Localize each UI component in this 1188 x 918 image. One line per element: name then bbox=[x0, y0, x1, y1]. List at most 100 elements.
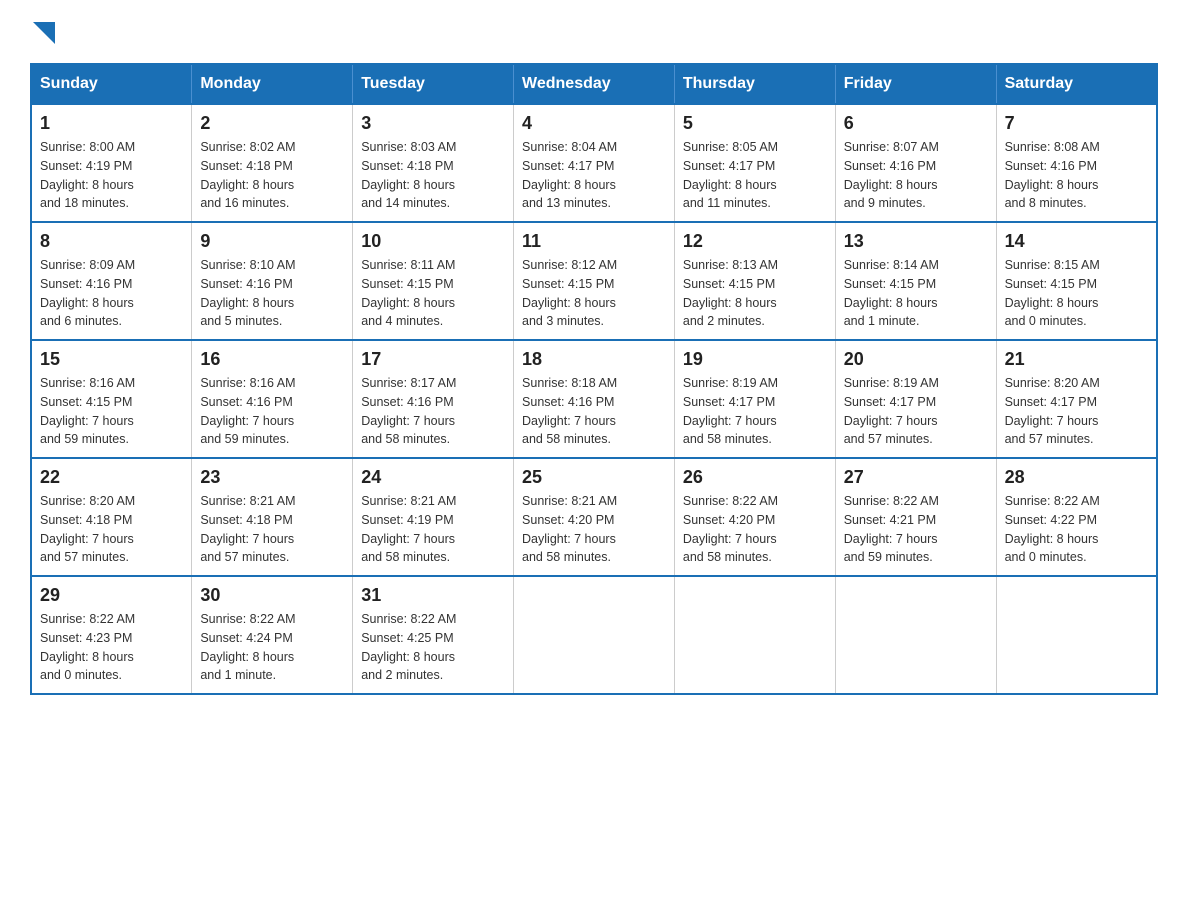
calendar-day-14: 14 Sunrise: 8:15 AMSunset: 4:15 PMDayligh… bbox=[996, 222, 1157, 340]
logo-triangle-icon bbox=[33, 22, 55, 44]
calendar-day-20: 20 Sunrise: 8:19 AMSunset: 4:17 PMDayligh… bbox=[835, 340, 996, 458]
day-number: 17 bbox=[361, 349, 505, 370]
calendar-day-2: 2 Sunrise: 8:02 AMSunset: 4:18 PMDaylight… bbox=[192, 104, 353, 222]
calendar-day-26: 26 Sunrise: 8:22 AMSunset: 4:20 PMDayligh… bbox=[674, 458, 835, 576]
day-info: Sunrise: 8:22 AMSunset: 4:20 PMDaylight:… bbox=[683, 492, 827, 567]
calendar-day-4: 4 Sunrise: 8:04 AMSunset: 4:17 PMDaylight… bbox=[514, 104, 675, 222]
header-tuesday: Tuesday bbox=[353, 64, 514, 104]
day-info: Sunrise: 8:07 AMSunset: 4:16 PMDaylight:… bbox=[844, 138, 988, 213]
day-info: Sunrise: 8:12 AMSunset: 4:15 PMDaylight:… bbox=[522, 256, 666, 331]
day-info: Sunrise: 8:03 AMSunset: 4:18 PMDaylight:… bbox=[361, 138, 505, 213]
day-info: Sunrise: 8:05 AMSunset: 4:17 PMDaylight:… bbox=[683, 138, 827, 213]
day-info: Sunrise: 8:22 AMSunset: 4:24 PMDaylight:… bbox=[200, 610, 344, 685]
calendar-day-30: 30 Sunrise: 8:22 AMSunset: 4:24 PMDayligh… bbox=[192, 576, 353, 694]
day-number: 29 bbox=[40, 585, 183, 606]
calendar-day-5: 5 Sunrise: 8:05 AMSunset: 4:17 PMDaylight… bbox=[674, 104, 835, 222]
calendar-day-10: 10 Sunrise: 8:11 AMSunset: 4:15 PMDayligh… bbox=[353, 222, 514, 340]
header-sunday: Sunday bbox=[31, 64, 192, 104]
day-number: 7 bbox=[1005, 113, 1148, 134]
calendar-day-1: 1Sunrise: 8:00 AMSunset: 4:19 PMDaylight… bbox=[31, 104, 192, 222]
day-info: Sunrise: 8:18 AMSunset: 4:16 PMDaylight:… bbox=[522, 374, 666, 449]
calendar-week-row: 29 Sunrise: 8:22 AMSunset: 4:23 PMDayligh… bbox=[31, 576, 1157, 694]
header-monday: Monday bbox=[192, 64, 353, 104]
day-info: Sunrise: 8:21 AMSunset: 4:19 PMDaylight:… bbox=[361, 492, 505, 567]
day-number: 14 bbox=[1005, 231, 1148, 252]
day-number: 8 bbox=[40, 231, 183, 252]
day-number: 20 bbox=[844, 349, 988, 370]
calendar-day-16: 16 Sunrise: 8:16 AMSunset: 4:16 PMDayligh… bbox=[192, 340, 353, 458]
day-number: 18 bbox=[522, 349, 666, 370]
calendar-day-6: 6 Sunrise: 8:07 AMSunset: 4:16 PMDaylight… bbox=[835, 104, 996, 222]
day-info: Sunrise: 8:21 AMSunset: 4:20 PMDaylight:… bbox=[522, 492, 666, 567]
header-thursday: Thursday bbox=[674, 64, 835, 104]
day-number: 24 bbox=[361, 467, 505, 488]
day-number: 10 bbox=[361, 231, 505, 252]
calendar-week-row: 15Sunrise: 8:16 AMSunset: 4:15 PMDayligh… bbox=[31, 340, 1157, 458]
header-friday: Friday bbox=[835, 64, 996, 104]
day-info: Sunrise: 8:21 AMSunset: 4:18 PMDaylight:… bbox=[200, 492, 344, 567]
page-header bbox=[30, 20, 1158, 43]
day-info: Sunrise: 8:04 AMSunset: 4:17 PMDaylight:… bbox=[522, 138, 666, 213]
day-info: Sunrise: 8:16 AMSunset: 4:16 PMDaylight:… bbox=[200, 374, 344, 449]
calendar-day-25: 25Sunrise: 8:21 AMSunset: 4:20 PMDayligh… bbox=[514, 458, 675, 576]
day-number: 28 bbox=[1005, 467, 1148, 488]
calendar-day-11: 11 Sunrise: 8:12 AMSunset: 4:15 PMDayligh… bbox=[514, 222, 675, 340]
calendar-day-19: 19Sunrise: 8:19 AMSunset: 4:17 PMDayligh… bbox=[674, 340, 835, 458]
calendar-table: SundayMondayTuesdayWednesdayThursdayFrid… bbox=[30, 63, 1158, 695]
day-number: 16 bbox=[200, 349, 344, 370]
day-number: 19 bbox=[683, 349, 827, 370]
day-number: 30 bbox=[200, 585, 344, 606]
calendar-empty-cell bbox=[835, 576, 996, 694]
day-number: 6 bbox=[844, 113, 988, 134]
day-info: Sunrise: 8:20 AMSunset: 4:17 PMDaylight:… bbox=[1005, 374, 1148, 449]
header-saturday: Saturday bbox=[996, 64, 1157, 104]
day-info: Sunrise: 8:13 AMSunset: 4:15 PMDaylight:… bbox=[683, 256, 827, 331]
calendar-empty-cell bbox=[514, 576, 675, 694]
day-number: 22 bbox=[40, 467, 183, 488]
day-number: 21 bbox=[1005, 349, 1148, 370]
logo bbox=[30, 20, 55, 43]
calendar-day-13: 13Sunrise: 8:14 AMSunset: 4:15 PMDayligh… bbox=[835, 222, 996, 340]
calendar-day-24: 24 Sunrise: 8:21 AMSunset: 4:19 PMDayligh… bbox=[353, 458, 514, 576]
day-number: 23 bbox=[200, 467, 344, 488]
calendar-header-row: SundayMondayTuesdayWednesdayThursdayFrid… bbox=[31, 64, 1157, 104]
day-info: Sunrise: 8:11 AMSunset: 4:15 PMDaylight:… bbox=[361, 256, 505, 331]
day-number: 12 bbox=[683, 231, 827, 252]
day-info: Sunrise: 8:22 AMSunset: 4:25 PMDaylight:… bbox=[361, 610, 505, 685]
calendar-week-row: 22 Sunrise: 8:20 AMSunset: 4:18 PMDayligh… bbox=[31, 458, 1157, 576]
day-number: 27 bbox=[844, 467, 988, 488]
day-info: Sunrise: 8:19 AMSunset: 4:17 PMDaylight:… bbox=[844, 374, 988, 449]
day-number: 2 bbox=[200, 113, 344, 134]
day-info: Sunrise: 8:22 AMSunset: 4:22 PMDaylight:… bbox=[1005, 492, 1148, 567]
calendar-day-23: 23 Sunrise: 8:21 AMSunset: 4:18 PMDayligh… bbox=[192, 458, 353, 576]
calendar-empty-cell bbox=[996, 576, 1157, 694]
calendar-day-21: 21 Sunrise: 8:20 AMSunset: 4:17 PMDayligh… bbox=[996, 340, 1157, 458]
calendar-week-row: 1Sunrise: 8:00 AMSunset: 4:19 PMDaylight… bbox=[31, 104, 1157, 222]
day-info: Sunrise: 8:22 AMSunset: 4:23 PMDaylight:… bbox=[40, 610, 183, 685]
calendar-day-29: 29 Sunrise: 8:22 AMSunset: 4:23 PMDayligh… bbox=[31, 576, 192, 694]
day-info: Sunrise: 8:02 AMSunset: 4:18 PMDaylight:… bbox=[200, 138, 344, 213]
day-number: 11 bbox=[522, 231, 666, 252]
day-number: 5 bbox=[683, 113, 827, 134]
calendar-day-31: 31 Sunrise: 8:22 AMSunset: 4:25 PMDayligh… bbox=[353, 576, 514, 694]
calendar-day-9: 9 Sunrise: 8:10 AMSunset: 4:16 PMDaylight… bbox=[192, 222, 353, 340]
calendar-empty-cell bbox=[674, 576, 835, 694]
calendar-day-22: 22 Sunrise: 8:20 AMSunset: 4:18 PMDayligh… bbox=[31, 458, 192, 576]
day-info: Sunrise: 8:14 AMSunset: 4:15 PMDaylight:… bbox=[844, 256, 988, 331]
calendar-day-28: 28 Sunrise: 8:22 AMSunset: 4:22 PMDayligh… bbox=[996, 458, 1157, 576]
day-number: 26 bbox=[683, 467, 827, 488]
calendar-week-row: 8 Sunrise: 8:09 AMSunset: 4:16 PMDaylight… bbox=[31, 222, 1157, 340]
calendar-day-8: 8 Sunrise: 8:09 AMSunset: 4:16 PMDaylight… bbox=[31, 222, 192, 340]
day-info: Sunrise: 8:10 AMSunset: 4:16 PMDaylight:… bbox=[200, 256, 344, 331]
header-wednesday: Wednesday bbox=[514, 64, 675, 104]
day-number: 4 bbox=[522, 113, 666, 134]
day-number: 9 bbox=[200, 231, 344, 252]
day-info: Sunrise: 8:22 AMSunset: 4:21 PMDaylight:… bbox=[844, 492, 988, 567]
day-info: Sunrise: 8:00 AMSunset: 4:19 PMDaylight:… bbox=[40, 138, 183, 213]
day-number: 31 bbox=[361, 585, 505, 606]
day-info: Sunrise: 8:09 AMSunset: 4:16 PMDaylight:… bbox=[40, 256, 183, 331]
day-info: Sunrise: 8:20 AMSunset: 4:18 PMDaylight:… bbox=[40, 492, 183, 567]
day-info: Sunrise: 8:15 AMSunset: 4:15 PMDaylight:… bbox=[1005, 256, 1148, 331]
day-info: Sunrise: 8:16 AMSunset: 4:15 PMDaylight:… bbox=[40, 374, 183, 449]
calendar-day-27: 27 Sunrise: 8:22 AMSunset: 4:21 PMDayligh… bbox=[835, 458, 996, 576]
